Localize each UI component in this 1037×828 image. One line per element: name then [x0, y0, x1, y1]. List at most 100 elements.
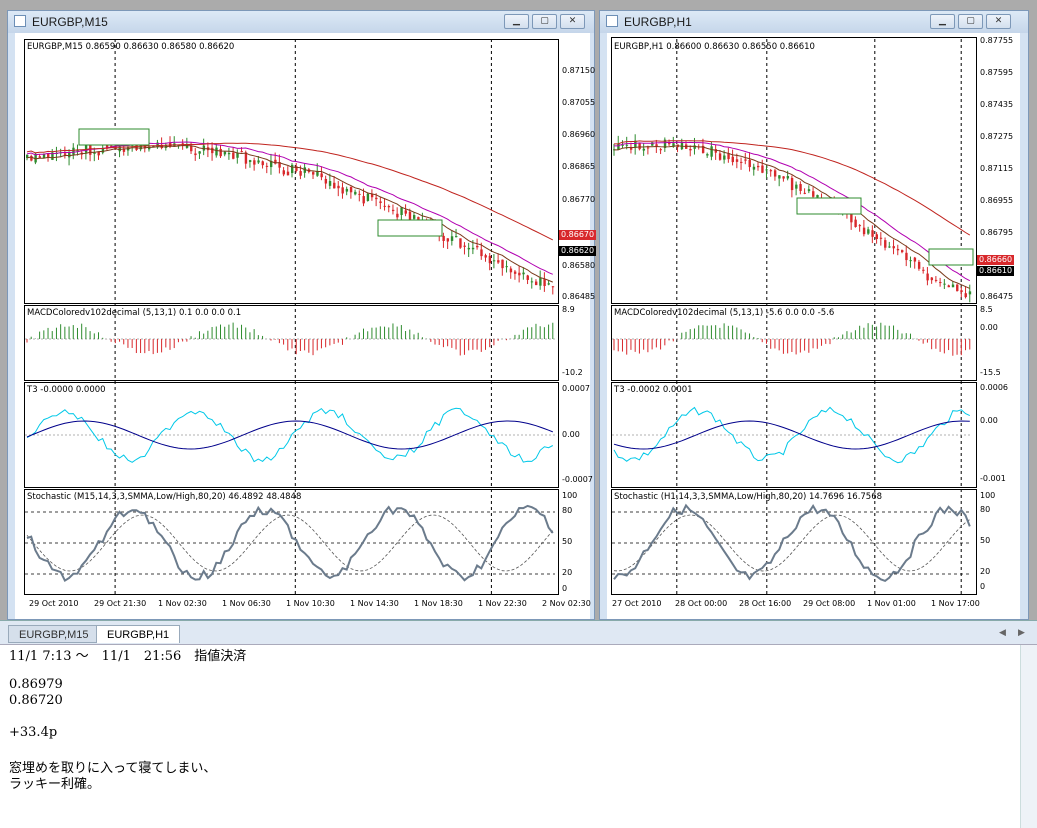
t3-tick: -0.0007	[562, 475, 593, 484]
price-annotation-box	[796, 197, 862, 215]
macd-label: MACDColoredv102decimal (5,13,1) -5.6 0.0…	[614, 308, 835, 318]
candle-body	[253, 160, 256, 165]
time-tick: 28 Oct 00:00	[675, 599, 728, 608]
candle-body	[446, 238, 450, 242]
vertical-scrollbar[interactable]	[1020, 645, 1037, 828]
note-line: 0.86720	[9, 693, 63, 708]
t3-tick: 0.0006	[980, 383, 1008, 392]
candle-body	[968, 291, 972, 295]
candle-body	[471, 247, 475, 250]
tab-eurgbp-h1[interactable]: EURGBP,H1	[96, 625, 181, 643]
candle-body	[286, 171, 290, 176]
candle-body	[484, 255, 487, 258]
minimize-button[interactable]: ▁	[930, 14, 955, 29]
t3-tick: -0.001	[980, 474, 1006, 483]
time-tick: 1 Nov 18:30	[414, 599, 463, 608]
price-annotation-box	[78, 128, 150, 146]
candle-body	[467, 247, 471, 250]
candle-body	[922, 269, 925, 271]
chart-window-m15[interactable]: EURGBP,M15 ▁ ▢ ✕ EURGBP,M15 0.86590 0.86…	[7, 10, 597, 620]
candle-body	[261, 161, 264, 166]
candle-body	[366, 193, 370, 201]
window-titlebar[interactable]: EURGBP,H1 ▁ ▢ ✕	[600, 11, 1028, 33]
candle-body	[757, 165, 760, 168]
tab-eurgbp-m15[interactable]: EURGBP,M15	[8, 625, 100, 643]
macd-label: MACDColoredv102decimal (5,13,1) 0.1 0.0 …	[27, 308, 242, 318]
price-tick: 0.86485	[562, 292, 596, 301]
chart-plot-area[interactable]: EURGBP,M15 0.86590 0.86630 0.86580 0.866…	[15, 33, 597, 619]
candle-body	[526, 275, 529, 280]
ma-fast-line	[26, 144, 553, 283]
price-tick: 0.87115	[980, 164, 1014, 173]
candle-body	[740, 161, 743, 163]
candle-body	[752, 166, 756, 170]
stoch-tick: 0	[562, 584, 568, 593]
maximize-button[interactable]: ▢	[958, 14, 983, 29]
macd-tick: -15.5	[980, 368, 1001, 377]
price-tick: 0.86960	[562, 130, 596, 139]
candle-body	[909, 260, 912, 262]
candle-body	[786, 176, 790, 179]
stoch-tick: 50	[562, 537, 573, 546]
candle-body	[803, 192, 806, 194]
candle-body	[858, 225, 862, 227]
candle-body	[960, 290, 963, 293]
price-tag-ask: 0.86660	[977, 255, 1015, 265]
candle-body	[291, 164, 294, 174]
candle-body	[539, 278, 542, 286]
tab-scroll-left-icon[interactable]: ◀	[999, 628, 1006, 638]
window-titlebar[interactable]: EURGBP,M15 ▁ ▢ ✕	[8, 11, 594, 33]
chart-window-icon	[606, 15, 618, 27]
candle-body	[951, 284, 955, 288]
candle-body	[93, 152, 96, 154]
candle-body	[875, 234, 878, 240]
candle-body	[497, 260, 500, 263]
price-tag-bid: 0.86620	[559, 246, 597, 256]
maximize-button[interactable]: ▢	[532, 14, 557, 29]
candle-body	[748, 159, 751, 168]
chart-plot-area[interactable]: EURGBP,H1 0.86600 0.86630 0.86550 0.8661…	[607, 33, 1020, 619]
candle-body	[551, 286, 555, 288]
candle-body	[854, 219, 857, 227]
candle-body	[391, 209, 395, 212]
candle-body	[354, 191, 357, 195]
price-tick: 0.87055	[562, 98, 596, 107]
price-tick: 0.86955	[980, 196, 1014, 205]
price-annotation-box	[928, 248, 974, 266]
candle-body	[862, 227, 866, 235]
note-text-area[interactable]: 11/1 7:13 ～ 11/1 21:56 指値決済 0.86979 0.86…	[0, 644, 1037, 828]
candle-body	[404, 210, 407, 214]
candle-body	[769, 170, 773, 172]
candle-body	[799, 184, 802, 191]
candle-body	[341, 187, 344, 194]
candle-body	[926, 273, 929, 281]
candle-body	[816, 195, 819, 198]
candle-body	[905, 252, 908, 261]
window-title: EURGBP,M15	[32, 15, 108, 29]
candle-body	[689, 148, 692, 151]
candle-body	[513, 271, 517, 274]
candle-body	[459, 238, 462, 248]
candle-body	[795, 184, 798, 189]
candle-body	[930, 277, 934, 281]
close-button[interactable]: ✕	[560, 14, 585, 29]
price-tag-bid: 0.86610	[977, 266, 1015, 276]
candle-body	[773, 170, 777, 177]
time-tick: 2 Nov 02:30	[542, 599, 591, 608]
candle-body	[324, 178, 328, 184]
candle-body	[659, 149, 662, 151]
candle-body	[408, 211, 412, 221]
candle-body	[917, 261, 921, 269]
candle-body	[778, 175, 781, 179]
stoch-tick: 80	[980, 505, 991, 514]
close-button[interactable]: ✕	[986, 14, 1011, 29]
note-line: 11/1 7:13 ～ 11/1 21:56 指値決済	[9, 649, 247, 664]
tab-scroll-right-icon[interactable]: ▶	[1018, 628, 1025, 638]
chart-window-h1[interactable]: EURGBP,H1 ▁ ▢ ✕ EURGBP,H1 0.86600 0.8663…	[599, 10, 1029, 620]
candle-body	[934, 279, 938, 281]
time-tick: 29 Oct 2010	[29, 599, 79, 608]
note-line: +33.4p	[9, 725, 58, 740]
candle-body	[328, 181, 332, 186]
minimize-button[interactable]: ▁	[504, 14, 529, 29]
stochastic-label: Stochastic (H1,14,3,3,SMMA,Low/High,80,2…	[614, 492, 883, 502]
